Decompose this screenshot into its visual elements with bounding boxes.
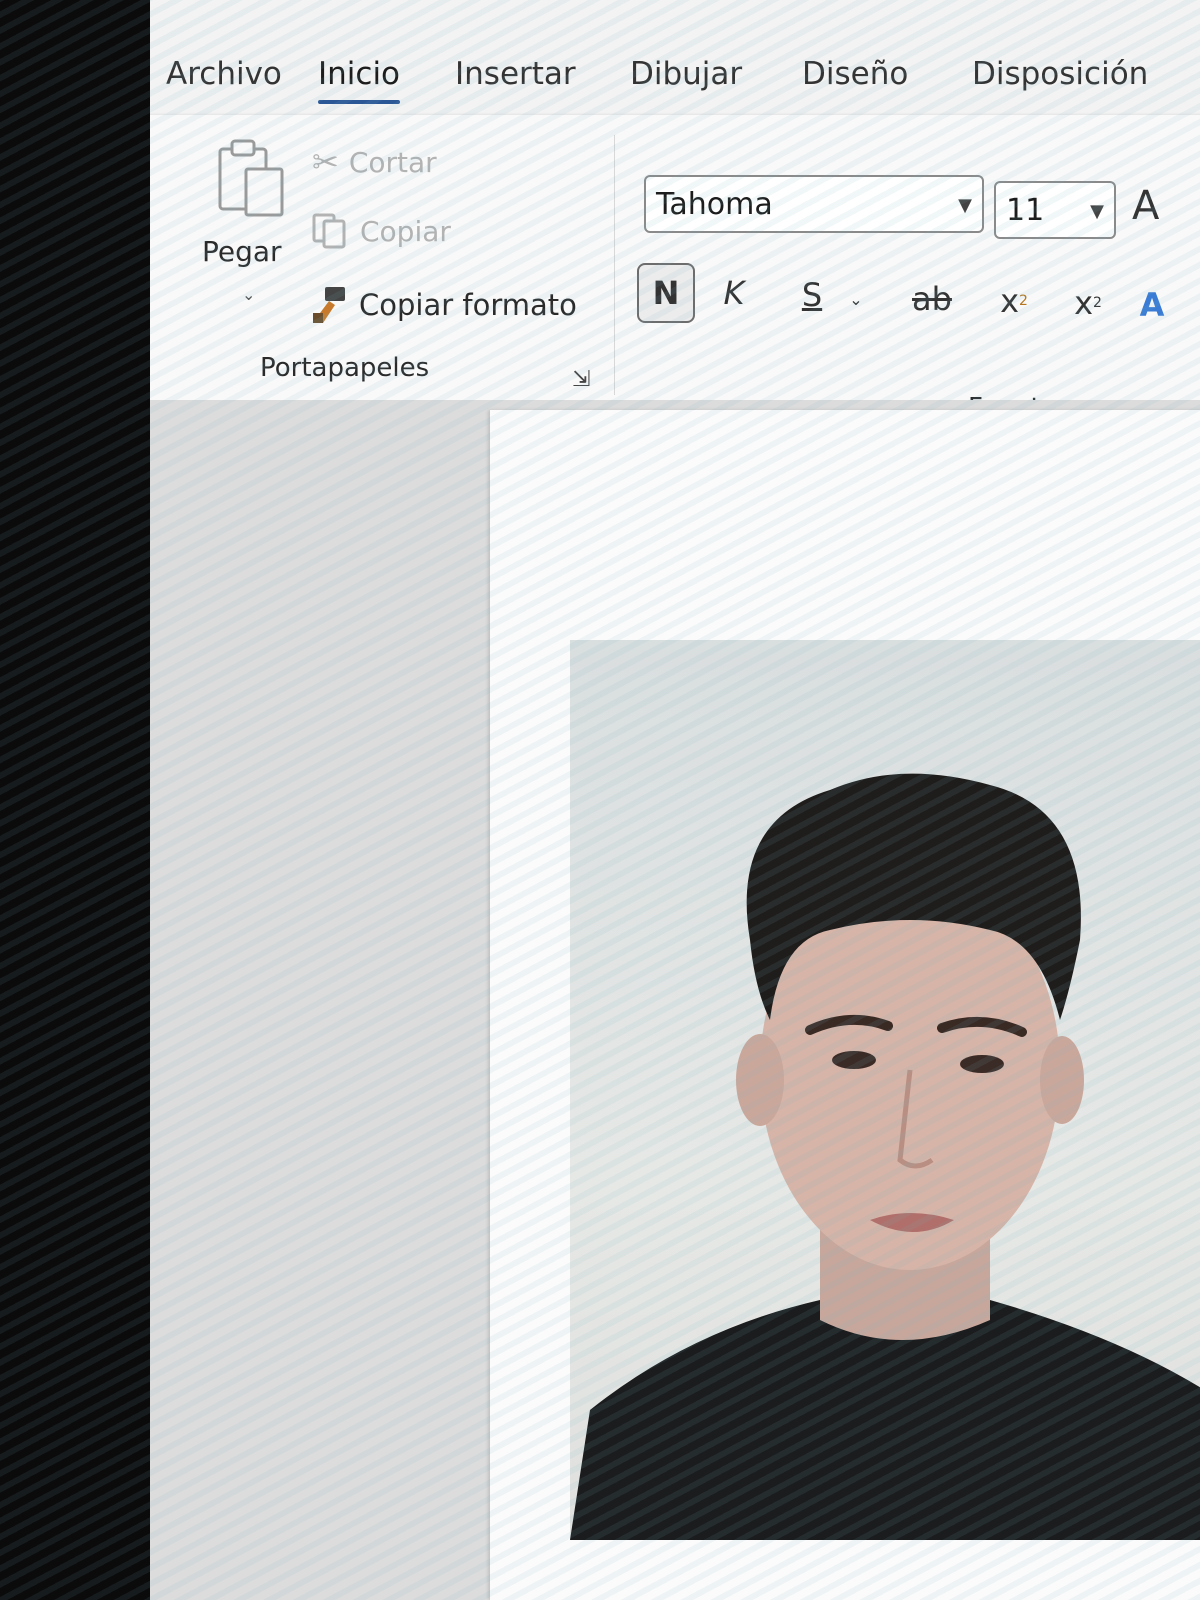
copy-button[interactable]: Copiar [310,211,451,251]
tab-archivo[interactable]: Archivo [166,56,282,92]
font-name-value: Tahoma [656,187,773,222]
ribbon-tabs: Archivo Inicio Insertar Dibujar Diseño D… [150,40,1200,110]
grow-font-label: A [1132,183,1160,229]
bold-button[interactable]: N [637,263,695,323]
italic-label: K [723,274,745,312]
portrait-image [570,773,1200,1540]
font-size-value: 11 [1006,193,1045,228]
underline-button[interactable]: S [792,265,832,325]
group-divider [614,135,615,395]
superscript-label: x [1074,284,1093,322]
tab-diseno[interactable]: Diseño [802,56,908,92]
bold-label: N [652,274,680,312]
text-effects-icon[interactable]: A [1132,275,1172,335]
chevron-down-icon: ▼ [958,195,972,216]
font-name-dropdown[interactable]: Tahoma ▼ [644,175,984,233]
copy-icon [312,213,346,249]
word-window: Archivo Inicio Insertar Dibujar Diseño D… [150,0,1200,1600]
scissors-icon: ✂ [312,143,339,181]
tab-dibujar[interactable]: Dibujar [630,56,742,92]
tab-disposicion[interactable]: Disposición [972,56,1148,92]
copy-label: Copiar [360,214,451,248]
ribbon: Pegar ⌄ ✂ Cortar Copiar Copiar formato P… [150,115,1200,423]
superscript-button[interactable]: x2 [1066,273,1110,333]
subscript-label: x [1000,282,1019,320]
format-painter-button[interactable]: Copiar formato [307,283,577,327]
paste-button[interactable]: Pegar ⌄ [202,135,302,305]
strikethrough-button[interactable]: ab [904,269,960,329]
inserted-photo[interactable] [570,640,1200,1540]
format-painter-label: Copiar formato [359,288,577,322]
chevron-down-icon: ▼ [1090,201,1104,222]
tab-insertar[interactable]: Insertar [455,56,576,92]
font-size-dropdown[interactable]: 11 ▼ [994,181,1116,239]
document-page[interactable] [490,410,1200,1600]
cut-label: Cortar [348,145,437,179]
document-canvas[interactable] [150,400,1200,1600]
strikethrough-label: ab [912,280,952,318]
tab-inicio[interactable]: Inicio [318,56,401,104]
italic-button[interactable]: K [714,263,754,323]
grow-font-button[interactable]: A [1132,183,1159,229]
chevron-down-icon[interactable]: ⌄ [242,285,255,304]
underline-label: S [801,276,823,314]
format-painter-icon [313,287,345,323]
chevron-down-icon[interactable]: ⌄ [844,269,868,329]
paste-icon [218,139,284,217]
cut-button[interactable]: ✂ Cortar [312,143,437,181]
paste-label: Pegar [202,235,282,268]
clipboard-group-label: Portapapeles [260,353,430,383]
subscript-button[interactable]: x2 [992,271,1036,331]
clipboard-launcher-icon[interactable]: ⇲ [572,367,590,392]
